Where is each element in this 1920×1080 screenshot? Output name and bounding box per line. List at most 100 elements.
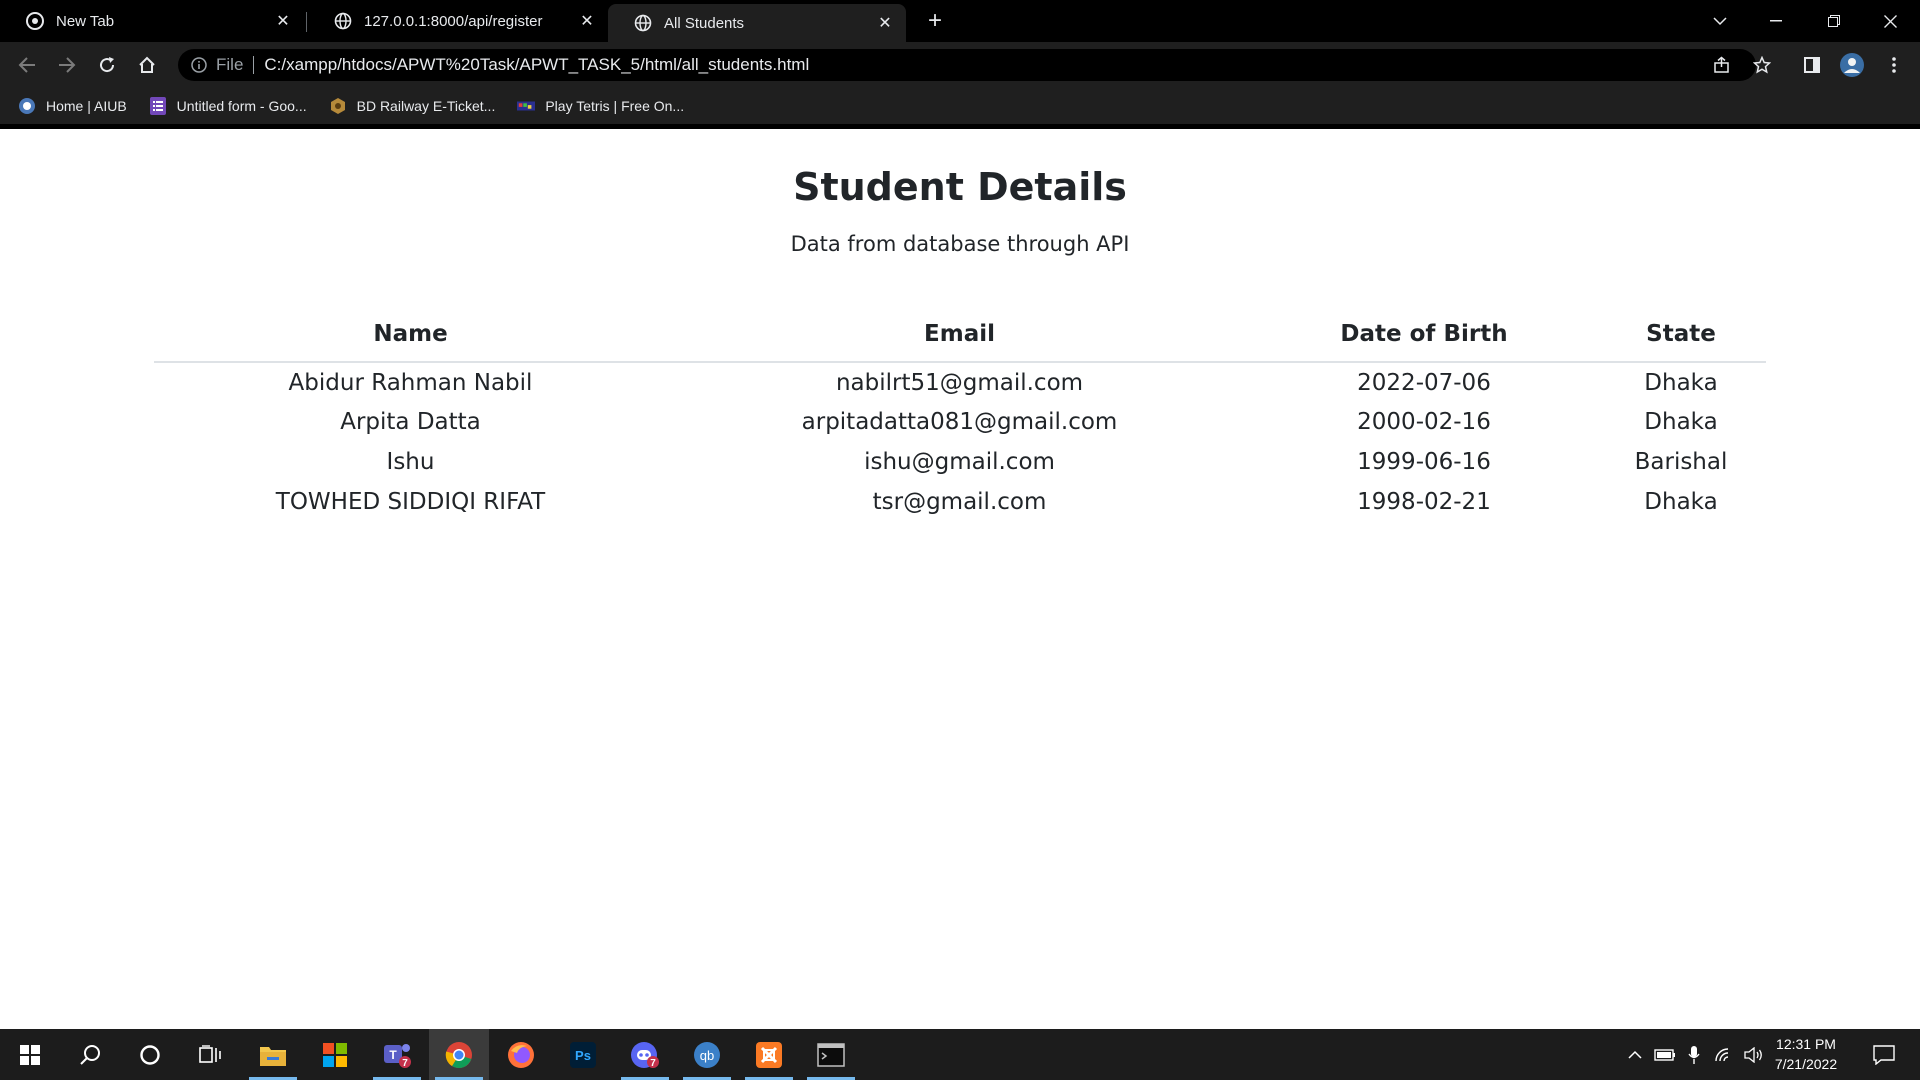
column-header-dob: Date of Birth (1252, 306, 1596, 363)
bookmark-untitled-form[interactable]: Untitled form - Goo... (149, 97, 307, 115)
task-view-button[interactable] (180, 1029, 240, 1080)
notification-icon (1873, 1044, 1895, 1065)
cell-email: arpitadatta081@gmail.com (801, 409, 1118, 435)
taskbar-app-microsoft-store[interactable] (305, 1029, 365, 1080)
cell-state: Dhaka (1644, 409, 1718, 435)
tab-separator (306, 12, 307, 32)
address-bar[interactable]: File C:/xampp/htdocs/APWT%20Task/APWT_TA… (178, 49, 1756, 81)
chrome-icon (26, 12, 44, 30)
info-icon[interactable] (190, 56, 208, 74)
bookmark-bd-railway[interactable]: BD Railway E-Ticket... (329, 97, 496, 115)
tab-title: 127.0.0.1:8000/api/register (364, 12, 543, 30)
minimize-button[interactable] (1748, 0, 1804, 42)
volume-button[interactable] (1740, 1029, 1768, 1080)
taskbar-app-firefox[interactable] (491, 1029, 551, 1080)
page-title: Student Details (793, 165, 1127, 209)
address-divider (253, 56, 255, 74)
chrome-icon (445, 1041, 472, 1068)
tab-search-button[interactable] (1692, 0, 1748, 42)
wifi-icon (1715, 1047, 1729, 1061)
close-icon[interactable]: ✕ (576, 10, 598, 32)
cell-dob: 1998-02-21 (1357, 489, 1491, 515)
task-view-icon (199, 1044, 221, 1063)
start-button[interactable] (0, 1029, 60, 1080)
cell-name: Abidur Rahman Nabil (288, 369, 533, 396)
tab-new-tab[interactable]: New Tab ✕ (0, 0, 304, 42)
star-icon (1753, 56, 1771, 74)
cell-state: Dhaka (1644, 489, 1718, 515)
close-icon[interactable]: ✕ (874, 12, 896, 34)
kebab-menu-icon (1892, 57, 1896, 73)
arrow-right-icon (59, 57, 76, 73)
qbittorrent-icon: qb (694, 1041, 720, 1068)
taskbar-app-chrome[interactable] (429, 1029, 489, 1080)
network-button[interactable] (1710, 1029, 1738, 1080)
action-center-button[interactable] (1862, 1029, 1906, 1080)
side-panel-button[interactable] (1796, 49, 1828, 81)
forward-button[interactable] (52, 50, 82, 80)
show-hidden-icons-button[interactable] (1622, 1029, 1648, 1080)
tab-strip: New Tab ✕ 127.0.0.1:8000/api/register ✕ … (0, 0, 1920, 42)
taskbar: T7 Ps 7 qb 12:31 PM 7/21/2022 (0, 1029, 1920, 1080)
bookmark-label: Play Tetris | Free On... (545, 98, 685, 114)
cell-email: tsr@gmail.com (872, 489, 1047, 515)
cell-dob: 2000-02-16 (1357, 409, 1491, 435)
search-button[interactable] (60, 1029, 120, 1080)
tab-register[interactable]: 127.0.0.1:8000/api/register ✕ (308, 0, 608, 42)
cortana-button[interactable] (120, 1029, 180, 1080)
taskbar-app-qbittorrent[interactable]: qb (677, 1029, 737, 1080)
bookmark-star-button[interactable] (1746, 49, 1778, 81)
railway-logo-icon (329, 97, 347, 115)
windows-logo-icon (20, 1044, 40, 1065)
search-icon (80, 1044, 100, 1065)
clock-date: 7/21/2022 (1774, 1056, 1838, 1072)
close-icon[interactable]: ✕ (272, 10, 294, 32)
tab-all-students[interactable]: All Students ✕ (608, 4, 906, 42)
taskbar-app-photoshop[interactable]: Ps (553, 1029, 613, 1080)
notification-badge: 7 (650, 1058, 656, 1069)
cell-state: Barishal (1634, 449, 1728, 475)
battery-button[interactable] (1650, 1029, 1680, 1080)
microphone-button[interactable] (1680, 1029, 1708, 1080)
share-button[interactable] (1706, 49, 1738, 81)
address-url[interactable]: C:/xampp/htdocs/APWT%20Task/APWT_TASK_5/… (264, 55, 809, 75)
bookmarks-bar: Home | AIUB Untitled form - Goo... BD Ra… (0, 88, 1920, 124)
bookmark-play-tetris[interactable]: Play Tetris | Free On... (517, 97, 684, 115)
store-icon (323, 1042, 347, 1067)
new-tab-button[interactable]: + (922, 7, 948, 34)
bookmark-label: BD Railway E-Ticket... (356, 98, 496, 114)
photoshop-label: Ps (575, 1048, 591, 1063)
cell-state: Dhaka (1644, 369, 1718, 396)
cell-email: nabilrt51@gmail.com (835, 369, 1084, 396)
back-button[interactable] (12, 50, 42, 80)
taskbar-clock[interactable]: 12:31 PM 7/21/2022 (1766, 1034, 1846, 1074)
bookmark-home-aiub[interactable]: Home | AIUB (18, 97, 127, 115)
clock-time: 12:31 PM (1776, 1036, 1836, 1052)
taskbar-app-file-explorer[interactable] (243, 1029, 303, 1080)
table-row: Abidur Rahman Nabil nabilrt51@gmail.com … (154, 362, 1766, 402)
speaker-icon (1744, 1046, 1762, 1063)
chevron-up-icon (1628, 1050, 1642, 1059)
firefox-icon (508, 1041, 534, 1068)
profile-button[interactable] (1836, 49, 1868, 81)
xampp-icon (756, 1041, 782, 1068)
reload-button[interactable] (92, 50, 122, 80)
home-button[interactable] (132, 50, 162, 80)
taskbar-app-xampp[interactable] (739, 1029, 799, 1080)
cell-name: Ishu (386, 449, 435, 475)
taskbar-app-teams[interactable]: T7 (367, 1029, 427, 1080)
photoshop-icon: Ps (570, 1041, 596, 1068)
close-window-button[interactable] (1862, 0, 1918, 42)
tab-title: New Tab (56, 12, 115, 30)
chrome-menu-button[interactable] (1878, 49, 1910, 81)
tab-title: All Students (664, 14, 745, 32)
folder-icon (260, 1046, 286, 1066)
taskbar-app-terminal[interactable] (801, 1029, 861, 1080)
restore-icon (1828, 15, 1840, 27)
restore-button[interactable] (1806, 0, 1862, 42)
arrow-left-icon (18, 57, 35, 73)
tetris-icon (517, 97, 536, 115)
page-content: Student Details Data from database throu… (0, 129, 1920, 1029)
cortana-icon (140, 1044, 160, 1065)
taskbar-app-discord[interactable]: 7 (615, 1029, 675, 1080)
